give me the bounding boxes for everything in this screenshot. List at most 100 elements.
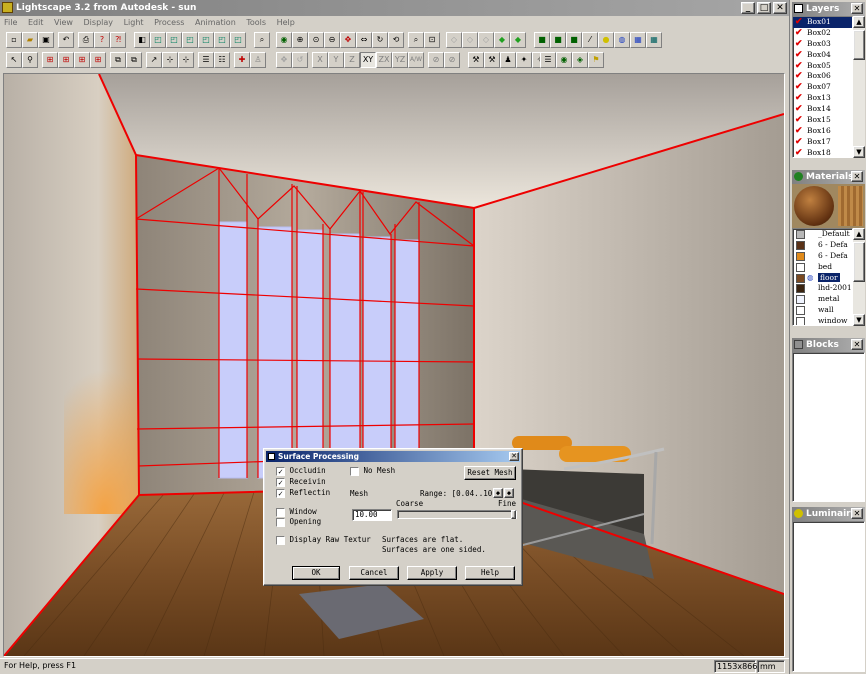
mat-scroll-down-icon[interactable]: ▼: [853, 314, 865, 326]
material-item[interactable]: _Default: [793, 229, 852, 240]
layer-item[interactable]: ✔ Box03: [793, 39, 852, 50]
cancel-button[interactable]: Cancel: [349, 566, 399, 580]
layer-item[interactable]: ✔ Box14: [793, 104, 852, 115]
layer-stack-icon[interactable]: ☰: [540, 52, 556, 68]
list-2-icon[interactable]: ☷: [214, 52, 230, 68]
display-mode-1-icon[interactable]: ◇: [446, 32, 462, 48]
layer-item[interactable]: ✔ Box07: [793, 82, 852, 93]
reset-mesh-button[interactable]: Reset Mesh: [464, 466, 516, 480]
materials-list[interactable]: _Default 6 - Defa 6 - Defa bed ◍ floor lhd-200…: [792, 228, 853, 326]
mesh-slider-thumb[interactable]: [511, 510, 516, 519]
axis-yz-button[interactable]: YZ: [392, 52, 408, 68]
layer-item[interactable]: ✔ Box13: [793, 93, 852, 104]
select-2-icon[interactable]: ⊞: [58, 52, 74, 68]
zoom-all-icon[interactable]: ⊡: [424, 32, 440, 48]
axis-xy-button[interactable]: XY: [360, 52, 376, 68]
material-item[interactable]: ◍ floor: [793, 272, 852, 284]
display-mode-3-icon[interactable]: ◇: [478, 32, 494, 48]
view-3-icon[interactable]: ◰: [182, 32, 198, 48]
opening-checkbox[interactable]: [276, 517, 285, 527]
layers-list[interactable]: ✔ Box01 ✔ Box02 ✔ Box03 ✔ Box04 ✔ Box05 ✔ Box06 ✔ Box…: [792, 16, 853, 158]
list-icon[interactable]: ☰: [198, 52, 214, 68]
blocks-list[interactable]: [792, 352, 865, 502]
material-item[interactable]: metal: [793, 294, 852, 305]
block-icon[interactable]: ◈: [572, 52, 588, 68]
layer-visible-check-icon[interactable]: ✔: [795, 28, 803, 39]
menu-edit[interactable]: Edit: [28, 18, 44, 27]
process-1-icon[interactable]: ■: [534, 32, 550, 48]
globe-icon[interactable]: ◍: [614, 32, 630, 48]
pan-icon[interactable]: ✥: [340, 32, 356, 48]
layer-visible-check-icon[interactable]: ✔: [795, 93, 803, 104]
context-help-icon[interactable]: ⁈: [110, 32, 126, 48]
mesh-slider[interactable]: [397, 510, 517, 519]
menu-process[interactable]: Process: [154, 18, 184, 27]
range-down-icon[interactable]: ◆: [493, 488, 503, 498]
process-3-icon[interactable]: ■: [566, 32, 582, 48]
luminaires-close-button[interactable]: ✕: [851, 508, 863, 519]
walkthrough-icon[interactable]: ♟: [500, 52, 516, 68]
no-mesh-checkbox[interactable]: [350, 466, 359, 476]
material-item[interactable]: window: [793, 316, 852, 325]
material-item[interactable]: wall: [793, 305, 852, 316]
eye-icon[interactable]: ◉: [276, 32, 292, 48]
menu-help[interactable]: Help: [277, 18, 295, 27]
wand-icon[interactable]: ⁄: [582, 32, 598, 48]
scroll-up-icon[interactable]: ▲: [853, 16, 865, 28]
camera-icon[interactable]: ◧: [134, 32, 150, 48]
display-mode-5-icon[interactable]: ◆: [510, 32, 526, 48]
maximize-button[interactable]: □: [757, 2, 771, 14]
layer-visible-check-icon[interactable]: ✔: [795, 50, 803, 61]
open-folder-icon[interactable]: ▰: [22, 32, 38, 48]
menu-display[interactable]: Display: [84, 18, 114, 27]
material-item[interactable]: 6 - Defa: [793, 240, 852, 251]
rotate-gray-icon[interactable]: ✥: [276, 52, 292, 68]
zoom-window-icon[interactable]: ⌕: [254, 32, 270, 48]
luminaire-icon[interactable]: ⚑: [588, 52, 604, 68]
layer-visible-check-icon[interactable]: ✔: [795, 71, 803, 82]
reflecting-checkbox[interactable]: ✓: [276, 488, 285, 498]
minimize-button[interactable]: _: [741, 2, 755, 14]
snap-1-icon[interactable]: ⊘: [428, 52, 444, 68]
material-item[interactable]: lhd-2001: [793, 283, 852, 294]
view-5-icon[interactable]: ◰: [214, 32, 230, 48]
window-row[interactable]: Window: [276, 507, 317, 517]
axis-y-button[interactable]: Y: [328, 52, 344, 68]
select-arrow-icon[interactable]: ↖: [6, 52, 22, 68]
mesh-value-input[interactable]: 10.00: [352, 509, 392, 521]
zoom-in-icon[interactable]: ⊕: [292, 32, 308, 48]
scroll-down-icon[interactable]: ▼: [853, 146, 865, 158]
menu-tools[interactable]: Tools: [246, 18, 266, 27]
layer-visible-check-icon[interactable]: ✔: [795, 17, 803, 28]
move-icon[interactable]: ✚: [234, 52, 250, 68]
layer-item[interactable]: ✔ Box04: [793, 50, 852, 61]
zoom-extents-icon[interactable]: ⌕: [408, 32, 424, 48]
help-icon[interactable]: ?: [94, 32, 110, 48]
display-raw-checkbox[interactable]: [276, 535, 285, 545]
copy-1-icon[interactable]: ⧉: [110, 52, 126, 68]
no-mesh-row[interactable]: No Mesh: [350, 466, 395, 476]
layer-item[interactable]: ✔ Box18: [793, 148, 852, 157]
layer-visible-check-icon[interactable]: ✔: [795, 61, 803, 72]
zoom-icon[interactable]: ⊙: [308, 32, 324, 48]
tool-1-icon[interactable]: ⚒: [468, 52, 484, 68]
reflecting-row[interactable]: ✓ Reflectin: [276, 488, 330, 498]
axis-z-button[interactable]: Z: [344, 52, 360, 68]
dialog-close-button[interactable]: ✕: [509, 452, 519, 461]
pick-1-icon[interactable]: ↗: [146, 52, 162, 68]
layer-visible-check-icon[interactable]: ✔: [795, 148, 803, 157]
orbit-icon[interactable]: ↻: [372, 32, 388, 48]
close-button[interactable]: ✕: [773, 2, 787, 14]
menu-view[interactable]: View: [54, 18, 73, 27]
snap-2-icon[interactable]: ⊘: [444, 52, 460, 68]
layer-item[interactable]: ✔ Box05: [793, 61, 852, 72]
layer-item[interactable]: ✔ Box01: [793, 17, 852, 28]
layer-visible-check-icon[interactable]: ✔: [795, 104, 803, 115]
layer-visible-check-icon[interactable]: ✔: [795, 115, 803, 126]
receiving-row[interactable]: ✓ Receivin: [276, 477, 326, 487]
occluding-row[interactable]: ✓ Occludin: [276, 466, 326, 476]
view-1-icon[interactable]: ◰: [150, 32, 166, 48]
receiving-checkbox[interactable]: ✓: [276, 477, 285, 487]
blocks-close-button[interactable]: ✕: [851, 339, 863, 350]
ok-button[interactable]: OK: [292, 566, 340, 580]
